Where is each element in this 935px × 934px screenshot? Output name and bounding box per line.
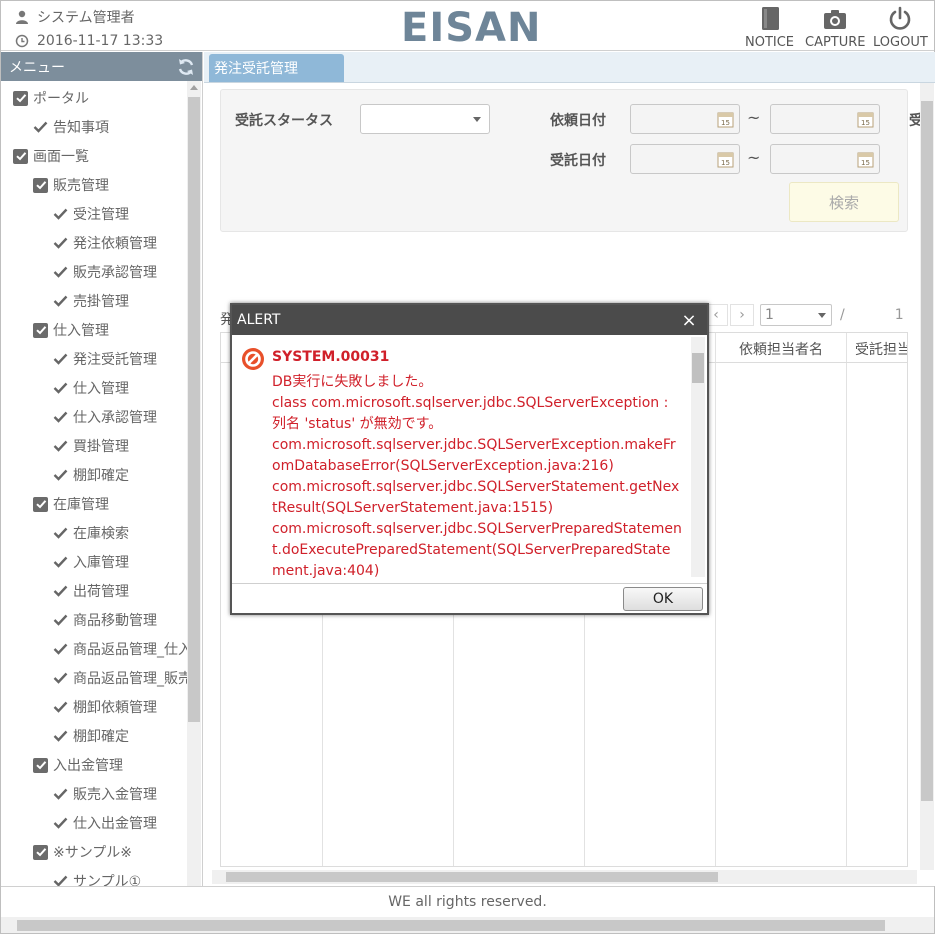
app-window: システム管理者 2016-11-17 13:33 EISAN NOTICE CA… (0, 0, 935, 934)
error-line: com.microsoft.sqlserver.jdbc.SQLServerEx… (272, 437, 676, 474)
error-icon (242, 348, 264, 370)
error-line: class com.microsoft.sqlserver.jdbc.SQLSe… (272, 395, 669, 432)
ok-button[interactable]: OK (623, 587, 703, 611)
dialog-scrollbar[interactable] (691, 337, 705, 577)
dialog-title: ALERT (237, 312, 281, 328)
scrollbar-thumb[interactable] (692, 353, 704, 383)
close-icon[interactable]: × (679, 310, 699, 331)
error-message: DB実行に失敗しました。 class com.microsoft.sqlserv… (272, 372, 682, 581)
dialog-title-bar: ALERT × (232, 305, 707, 335)
error-code: SYSTEM.00031 (272, 349, 390, 365)
dialog-footer: OK (232, 583, 707, 613)
modal-overlay: ALERT × SYSTEM.00031 DB実行に失敗しました。 class … (1, 1, 934, 933)
error-line: DB実行に失敗しました。 (272, 374, 433, 390)
error-line: com.microsoft.sqlserver.jdbc.SQLServerPr… (272, 521, 682, 579)
error-line: com.microsoft.sqlserver.jdbc.SQLServerSt… (272, 479, 680, 516)
dialog-body: SYSTEM.00031 DB実行に失敗しました。 class com.micr… (232, 335, 707, 581)
alert-dialog: ALERT × SYSTEM.00031 DB実行に失敗しました。 class … (230, 303, 709, 615)
